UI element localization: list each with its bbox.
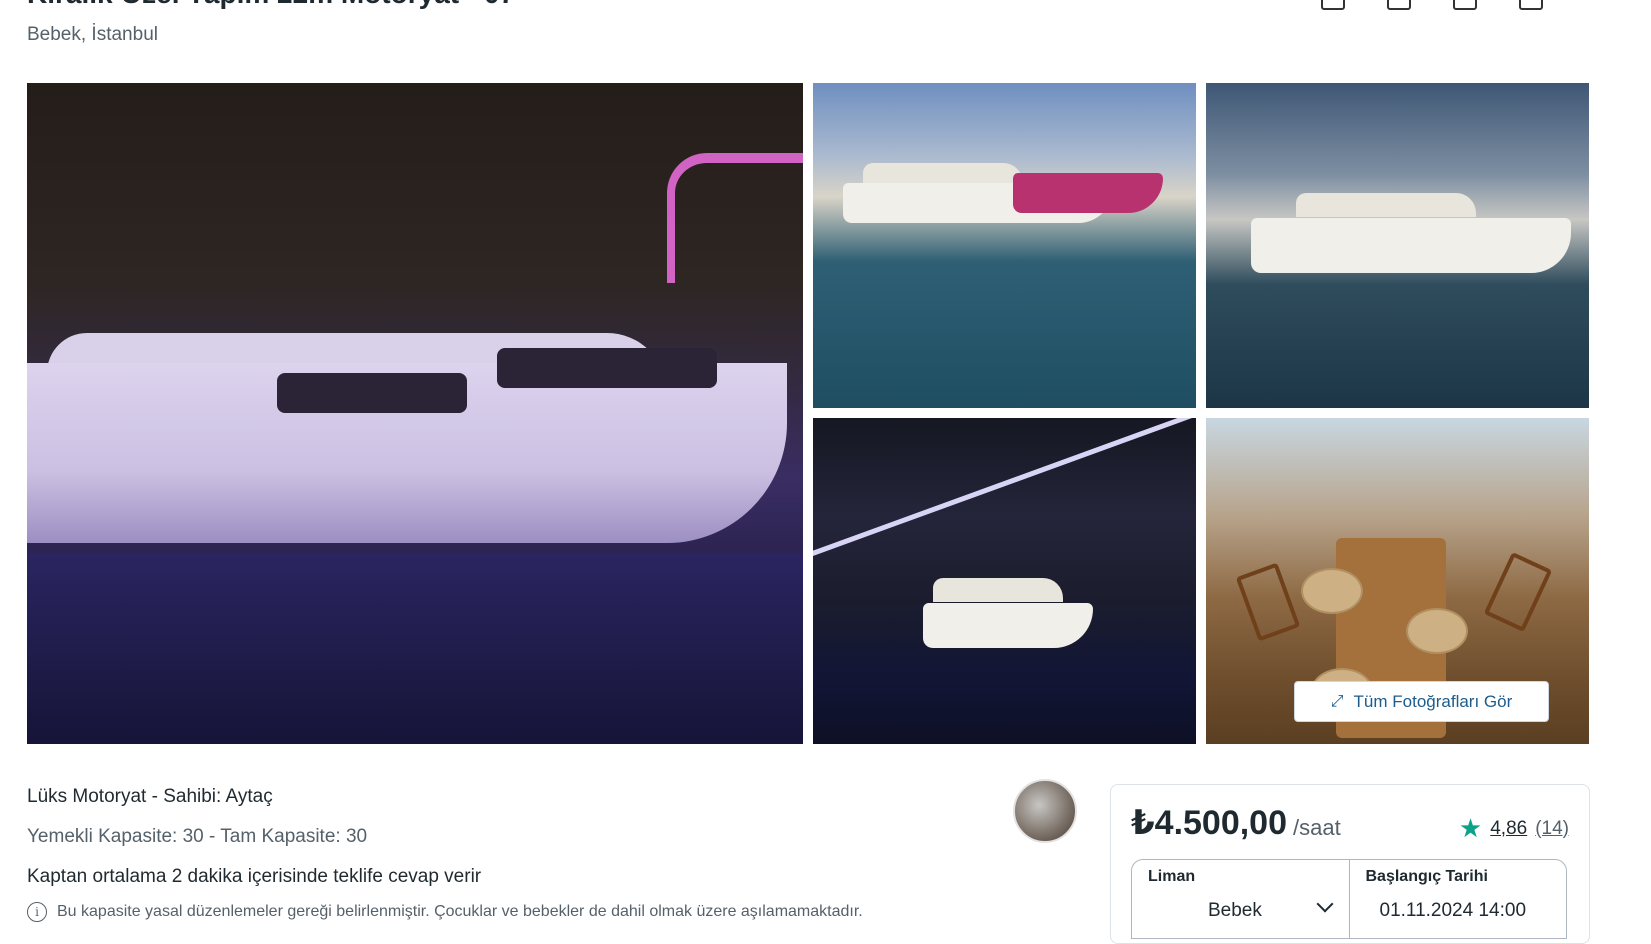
photo-2[interactable]: [813, 83, 1196, 408]
listing-location: Bebek, İstanbul: [27, 24, 158, 45]
listing-title: Kiralık Özel Yapım 22m Motoryat - 07: [27, 0, 515, 10]
bridge-graphic: [667, 153, 803, 283]
cabin-graphic: [1296, 193, 1476, 217]
start-date-field[interactable]: Başlangıç Tarihi 01.11.2024 14:00: [1348, 860, 1567, 938]
bridge-graphic: [813, 418, 1196, 559]
start-date-label: Başlangıç Tarihi: [1365, 868, 1488, 885]
photo-gallery: [27, 83, 1589, 744]
compare-icon[interactable]: [1453, 0, 1477, 10]
capacity-info: Yemekli Kapasite: 30 - Tam Kapasite: 30: [27, 826, 368, 847]
expand-icon: ⤢: [1330, 692, 1344, 710]
info-icon: i: [27, 902, 47, 922]
more-icon[interactable]: [1519, 0, 1543, 10]
price: ₺4.500,00: [1131, 804, 1288, 842]
plate-graphic: [1301, 568, 1363, 614]
port-select[interactable]: Liman Bebek: [1132, 860, 1349, 938]
share-icon[interactable]: [1321, 0, 1345, 10]
main-photo[interactable]: [27, 83, 803, 744]
legal-note-text: Bu kapasite yasal düzenlemeler gereği be…: [57, 903, 863, 920]
photo-3[interactable]: [1206, 83, 1589, 408]
rating-value[interactable]: 4,86: [1490, 818, 1527, 840]
top-actions: [1321, 0, 1543, 10]
cabin-graphic: [933, 578, 1063, 602]
booking-fields: Liman Bebek Başlangıç Tarihi 01.11.2024 …: [1131, 859, 1567, 939]
rating: ★ 4,86 (14): [1459, 813, 1569, 844]
captain-reply-note: Kaptan ortalama 2 dakika içerisinde tekl…: [27, 866, 482, 887]
chair-graphic: [1483, 551, 1553, 633]
review-count[interactable]: (14): [1535, 818, 1569, 840]
chair-graphic: [1235, 562, 1301, 642]
water-graphic: [27, 553, 803, 744]
price-unit: /saat: [1293, 815, 1341, 840]
hull-graphic: [1251, 218, 1571, 273]
chevron-down-icon: [1316, 895, 1333, 913]
star-icon: ★: [1458, 813, 1483, 843]
view-all-photos-label: Tüm Fotoğrafları Gör: [1353, 691, 1513, 711]
port-label: Liman: [1148, 868, 1196, 885]
hull-graphic: [1013, 173, 1163, 213]
hull-graphic: [923, 603, 1093, 648]
view-all-photos-button[interactable]: ⤢ Tüm Fotoğrafları Gör: [1294, 681, 1549, 722]
booking-card: ₺4.500,00 /saat ★ 4,86 (14) Liman Bebek …: [1110, 784, 1590, 944]
port-value: Bebek: [1208, 900, 1262, 921]
plate-graphic: [1406, 608, 1468, 654]
legal-note: i Bu kapasite yasal düzenlemeler gereği …: [27, 902, 863, 922]
owner-avatar[interactable]: [1013, 779, 1077, 843]
window-graphic: [497, 348, 717, 388]
yacht-type: Lüks Motoryat - Sahibi: Aytaç: [27, 786, 273, 807]
window-graphic: [277, 373, 467, 413]
start-date-value: 01.11.2024 14:00: [1379, 900, 1527, 921]
favorite-icon[interactable]: [1387, 0, 1411, 10]
photo-4[interactable]: [813, 418, 1196, 744]
